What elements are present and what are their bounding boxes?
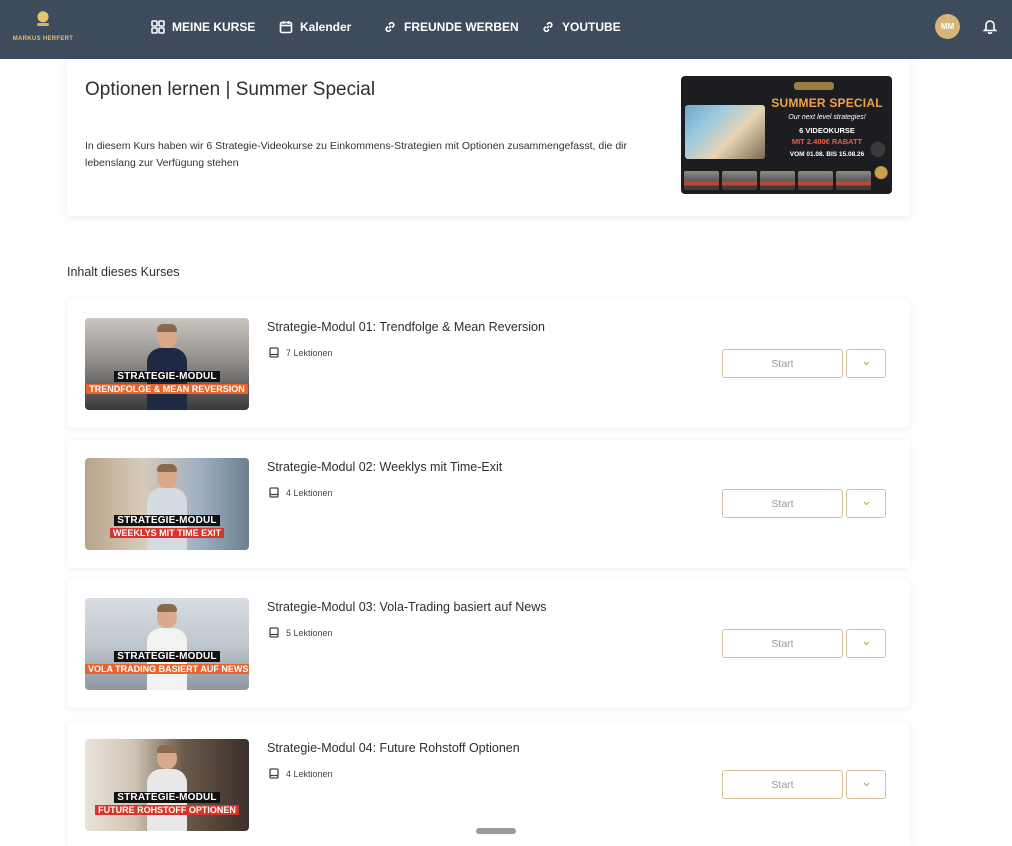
- module-card-2: STRATEGIE-MODUL WEEKLYS MIT TIME EXIT St…: [67, 440, 910, 568]
- banner-thumb: [684, 171, 719, 190]
- nav-label: MEINE KURSE: [172, 20, 256, 34]
- thumb-bottom-text: FUTURE ROHSTOFF OPTIONEN: [95, 805, 239, 815]
- module-dropdown-button[interactable]: [846, 770, 886, 799]
- module-lessons: 4 Lektionen: [269, 768, 333, 779]
- chevron-down-icon: [863, 782, 869, 787]
- book-icon: [269, 487, 279, 498]
- book-icon: [269, 768, 279, 779]
- nav-youtube[interactable]: YOUTUBE: [541, 18, 621, 36]
- notifications-button[interactable]: [982, 18, 998, 35]
- nav-meine-kurse[interactable]: MEINE KURSE: [151, 18, 255, 36]
- banner-script: Our next level strategies!: [788, 114, 866, 121]
- module-card-3: STRATEGIE-MODUL VOLA TRADING BASIERT AUF…: [67, 580, 910, 708]
- chevron-down-icon: [863, 641, 869, 646]
- banner-thumb: [798, 171, 833, 190]
- nav-label: FREUNDE WERBEN: [404, 20, 519, 34]
- banner-photo: [685, 105, 765, 159]
- module-dropdown-button[interactable]: [846, 349, 886, 378]
- module-title[interactable]: Strategie-Modul 03: Vola-Trading basiert…: [267, 600, 547, 614]
- bell-icon: [982, 20, 998, 35]
- thumbnail-label-bottom: TRENDFOLGE & MEAN REVERSION: [85, 379, 249, 397]
- course-description: In diesem Kurs haben wir 6 Strategie-Vid…: [85, 140, 627, 169]
- logo-text: MARKUS HERFERT: [12, 36, 74, 42]
- banner-thumbnails: [684, 171, 871, 190]
- course-banner-image: SUMMER SPECIAL Our next level strategies…: [681, 76, 892, 194]
- module-dropdown-button[interactable]: [846, 489, 886, 518]
- banner-headline: SUMMER SPECIAL: [771, 96, 883, 110]
- lessons-count: 4 Lektionen: [286, 487, 333, 498]
- module-title[interactable]: Strategie-Modul 02: Weeklys mit Time-Exi…: [267, 460, 502, 474]
- module-thumbnail[interactable]: STRATEGIE-MODUL VOLA TRADING BASIERT AUF…: [85, 598, 249, 690]
- person-hair: [157, 464, 177, 472]
- lessons-count: 5 Lektionen: [286, 627, 333, 638]
- person-hair: [157, 745, 177, 753]
- module-thumbnail[interactable]: STRATEGIE-MODUL TRENDFOLGE & MEAN REVERS…: [85, 318, 249, 410]
- brand-logo[interactable]: MARKUS HERFERT: [12, 6, 74, 48]
- thumbnail-label-bottom: VOLA TRADING BASIERT AUF NEWS: [85, 659, 249, 677]
- chevron-down-icon: [863, 361, 869, 366]
- thumb-bottom-text: WEEKLYS MIT TIME EXIT: [109, 528, 225, 538]
- start-button[interactable]: Start: [722, 629, 843, 658]
- start-button[interactable]: Start: [722, 349, 843, 378]
- chevron-down-icon: [863, 501, 869, 506]
- lessons-count: 4 Lektionen: [286, 768, 333, 779]
- banner-thumb: [836, 171, 871, 190]
- nav-freunde-werben[interactable]: FREUNDE WERBEN: [383, 18, 519, 36]
- module-title[interactable]: Strategie-Modul 01: Trendfolge & Mean Re…: [267, 320, 545, 334]
- course-header-card: Optionen lernen | Summer Special In dies…: [67, 59, 910, 216]
- banner-thumb: [760, 171, 795, 190]
- module-card-1: STRATEGIE-MODUL TRENDFOLGE & MEAN REVERS…: [67, 300, 910, 428]
- start-button[interactable]: Start: [722, 489, 843, 518]
- module-thumbnail[interactable]: STRATEGIE-MODUL WEEKLYS MIT TIME EXIT: [85, 458, 249, 550]
- section-title: Inhalt dieses Kurses: [67, 265, 180, 279]
- thumbnail-label-bottom: FUTURE ROHSTOFF OPTIONEN: [85, 800, 249, 818]
- person-hair: [157, 324, 177, 332]
- thumb-bottom-text: TRENDFOLGE & MEAN REVERSION: [86, 384, 248, 394]
- module-lessons: 4 Lektionen: [269, 487, 333, 498]
- book-icon: [269, 627, 279, 638]
- nav-label: Kalender: [300, 20, 352, 34]
- scroll-handle[interactable]: [476, 828, 516, 834]
- banner-logo: [794, 82, 834, 90]
- top-navigation: MARKUS HERFERT MEINE KURSE Kalender FREU…: [0, 0, 1012, 59]
- grid-icon: [151, 20, 165, 34]
- thumbnail-label-bottom: WEEKLYS MIT TIME EXIT: [85, 523, 249, 541]
- link-icon: [543, 21, 553, 33]
- banner-thumb: [722, 171, 757, 190]
- link-icon: [385, 21, 395, 33]
- module-lessons: 5 Lektionen: [269, 627, 333, 638]
- person-hair: [157, 604, 177, 612]
- book-icon: [269, 347, 279, 358]
- module-thumbnail[interactable]: STRATEGIE-MODUL FUTURE ROHSTOFF OPTIONEN: [85, 739, 249, 831]
- module-dropdown-button[interactable]: [846, 629, 886, 658]
- logo-icon: [31, 6, 55, 30]
- nav-kalender[interactable]: Kalender: [279, 18, 351, 36]
- module-lessons: 7 Lektionen: [269, 347, 333, 358]
- calendar-icon: [279, 21, 293, 34]
- course-title: Optionen lernen | Summer Special: [85, 79, 376, 100]
- banner-balloons: [869, 132, 891, 190]
- thumb-bottom-text: VOLA TRADING BASIERT AUF NEWS: [85, 664, 249, 674]
- lessons-count: 7 Lektionen: [286, 347, 333, 358]
- module-title[interactable]: Strategie-Modul 04: Future Rohstoff Opti…: [267, 741, 520, 755]
- start-button[interactable]: Start: [722, 770, 843, 799]
- user-avatar[interactable]: MM: [935, 14, 960, 39]
- nav-label: YOUTUBE: [562, 20, 621, 34]
